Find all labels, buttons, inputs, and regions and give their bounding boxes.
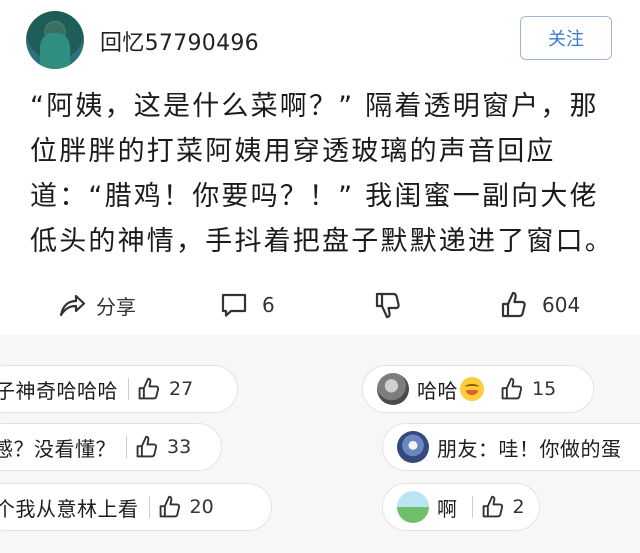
comment-icon: [221, 293, 247, 317]
comment-pill[interactable]: 朋友：哇！你做的蛋: [382, 423, 640, 471]
comment-pill[interactable]: 个我从意林上看 20: [0, 483, 272, 531]
thumbs-up-icon: [482, 495, 503, 518]
comment-like-count: 2: [512, 496, 525, 518]
comment-count: 6: [262, 293, 275, 317]
commenter-avatar[interactable]: [377, 373, 409, 405]
thumbs-up-icon: [501, 291, 526, 318]
comment-pill[interactable]: 哈哈 15: [362, 365, 594, 413]
comment-button[interactable]: 6: [220, 282, 275, 328]
comment-likes[interactable]: 20: [148, 495, 214, 519]
comment-text: 朋友：哇！你做的蛋: [437, 436, 622, 461]
comment-text: 个我从意林上看: [0, 496, 139, 521]
comment-pill[interactable]: 子神奇哈哈哈 27: [0, 365, 238, 413]
post-header: 回忆57790496 关注: [0, 0, 640, 80]
share-icon: [59, 294, 86, 317]
commenter-avatar[interactable]: [397, 431, 429, 463]
action-bar: 分享 6 604: [0, 282, 640, 328]
comment-likes[interactable]: 2: [471, 495, 525, 519]
comment-text: 子神奇哈哈哈: [0, 378, 118, 403]
like-button[interactable]: 604: [500, 282, 580, 328]
like-count: 604: [542, 293, 581, 317]
thumbs-up-icon: [138, 377, 160, 400]
share-button[interactable]: 分享: [58, 282, 136, 328]
comment-like-count: 20: [189, 496, 214, 518]
commenter-avatar[interactable]: [397, 491, 429, 523]
thumbs-up-icon: [159, 495, 180, 518]
dislike-button[interactable]: [374, 282, 402, 328]
post-text: “阿姨，这是什么菜啊？” 隔着透明窗户，那位胖胖的打菜阿姨用穿透玻璃的声音回应道…: [30, 91, 614, 257]
thumbs-up-icon: [136, 435, 158, 458]
comment-likes[interactable]: 15: [500, 377, 556, 401]
comment-text: 感？没看懂？: [0, 436, 116, 461]
grinning-face-icon: [460, 377, 484, 401]
comment-likes[interactable]: 33: [126, 435, 191, 459]
comment-pill[interactable]: 感？没看懂？ 33: [0, 423, 222, 471]
comment-text: 哈哈: [417, 378, 458, 403]
comment-text: 啊: [437, 496, 458, 521]
comment-strip: 子神奇哈哈哈 27 哈哈 15 感？没看懂？ 33 朋友：哇！你做的蛋 个我从意…: [0, 335, 640, 553]
comment-like-count: 15: [532, 378, 557, 400]
thumbs-up-icon: [501, 377, 523, 400]
follow-button[interactable]: 关注: [520, 16, 612, 60]
share-label: 分享: [96, 294, 136, 319]
comment-like-count: 33: [167, 436, 192, 458]
comment-likes[interactable]: 27: [128, 377, 193, 401]
comment-like-count: 27: [169, 378, 194, 400]
user-avatar[interactable]: [26, 11, 84, 69]
comment-pill[interactable]: 啊 2: [382, 483, 540, 531]
username[interactable]: 回忆57790496: [100, 25, 259, 57]
thumbs-down-icon: [375, 292, 400, 319]
